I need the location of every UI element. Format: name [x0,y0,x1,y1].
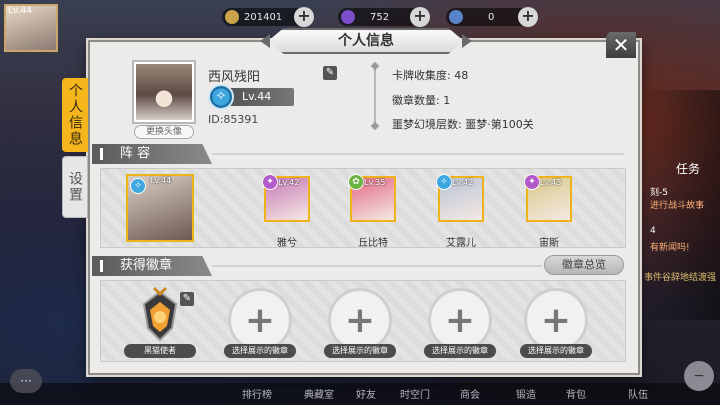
element-icon: ✿ [348,174,364,190]
badges-header: 获得徽章 [92,256,212,276]
close-button[interactable]: ✕ [606,32,636,58]
top-player-avatar[interactable]: Lv.44 [4,4,58,52]
tab-settings[interactable]: 设置 [62,156,88,218]
stamina-counter: 0 + [446,7,538,27]
badge-overview-button[interactable]: 徽章总览 [544,255,624,275]
empty-badge-slot[interactable]: + [428,288,492,352]
class-icon: ✧ [208,84,234,110]
card-level: Lv.35 [364,178,386,187]
badge-slot-label: 选择展示的徽章 [224,344,296,358]
card-name: 艾露儿 [446,238,476,249]
nav-collection[interactable]: 典藏室 [304,386,334,401]
title-right-ornament [462,34,472,48]
nav-bag[interactable]: 背包 [566,386,586,401]
owned-badge-label: 黑猫使者 [124,344,196,358]
empty-badge-slot[interactable]: + [524,288,588,352]
task-label[interactable]: 任务 [676,160,700,177]
gold-coin-icon [225,10,239,24]
card-level: Lv.43 [540,178,562,187]
add-stamina-button[interactable]: + [518,7,538,27]
lineup-header-label: 阵 容 [120,146,151,161]
menu-toggle-icon[interactable]: − [684,361,714,391]
tab-profile[interactable]: 个人信息 [62,78,88,152]
nav-friends[interactable]: 好友 [356,386,376,401]
element-icon: ✦ [262,174,278,190]
hero-card[interactable]: ✦ Lv.43 [524,174,572,222]
top-level: Lv.44 [8,6,32,16]
chat-icon[interactable]: ··· [10,369,42,393]
hero-card[interactable]: ✦ Lv.42 [262,174,310,222]
section-divider [212,265,542,267]
gem-icon [341,10,355,24]
avatar[interactable] [132,60,196,124]
divider [374,66,376,126]
nav-portal[interactable]: 时空门 [400,386,430,401]
side-text-1: 刻-5 [650,188,668,198]
stat-card-collection: 卡牌收集度: 48 [392,69,469,82]
element-icon: ✧ [436,174,452,190]
side-text-2: 进行战斗故事 [650,201,705,211]
badge-slot-label: 选择展示的徽章 [424,344,496,358]
side-text-5: 事件谷辞地结渡强 [644,273,717,283]
card-name: 宙斯 [539,238,559,249]
main-card-level: Lv.44 [150,176,172,185]
card-name: 丘比特 [358,238,388,249]
badges-header-label: 获得徽章 [120,258,173,273]
empty-badge-slot[interactable]: + [328,288,392,352]
edit-badge-icon[interactable]: ✎ [180,292,194,306]
nav-ranking[interactable]: 排行榜 [242,386,272,401]
section-divider [212,153,624,155]
badge-slot-label: 选择展示的徽章 [324,344,396,358]
player-id: ID:85391 [208,113,259,126]
bottom-nav: 排行榜 典藏室 好友 时空门 商会 锻造 背包 队伍 [0,383,720,405]
gem-value: 752 [370,11,390,23]
gem-counter: 752 + [338,7,430,27]
gold-counter: 201401 + [222,7,314,27]
gold-value: 201401 [244,11,283,23]
nav-guild[interactable]: 商会 [460,386,480,401]
main-hero-card[interactable]: Lv.44 ✧ [126,174,194,242]
card-level: Lv.42 [278,178,300,187]
add-gold-button[interactable]: + [294,7,314,27]
side-text-4: 有新闻吗! [650,243,690,253]
dialog-title: 个人信息 [268,28,464,54]
avatar-image [136,64,192,120]
side-text-3: 4 [650,226,656,236]
nav-forge[interactable]: 锻造 [516,386,536,401]
stamina-icon [449,10,463,24]
add-gem-button[interactable]: + [410,7,430,27]
element-icon: ✧ [130,178,146,194]
player-name: 西风残阳 [208,70,261,85]
element-icon: ✦ [524,174,540,190]
change-avatar-button[interactable]: 更换头像 [134,125,194,139]
card-level: Lv.42 [452,178,474,187]
stat-nightmare-floor: 噩梦幻境层数: 噩梦·第100关 [392,118,534,131]
stamina-value: 0 [488,11,495,23]
stat-badge-count: 徽章数量: 1 [392,94,451,107]
hero-card[interactable]: ✧ Lv.42 [436,174,484,222]
empty-badge-slot[interactable]: + [228,288,292,352]
nav-team[interactable]: 队伍 [628,386,648,401]
edit-name-icon[interactable]: ✎ [323,66,337,80]
lineup-header: 阵 容 [92,144,212,164]
hero-card[interactable]: ✿ Lv.35 [348,174,396,222]
badge-slot-label: 选择展示的徽章 [520,344,592,358]
dialog-title-bar: 个人信息 ✕ [88,28,640,58]
card-name: 雅兮 [277,238,297,249]
